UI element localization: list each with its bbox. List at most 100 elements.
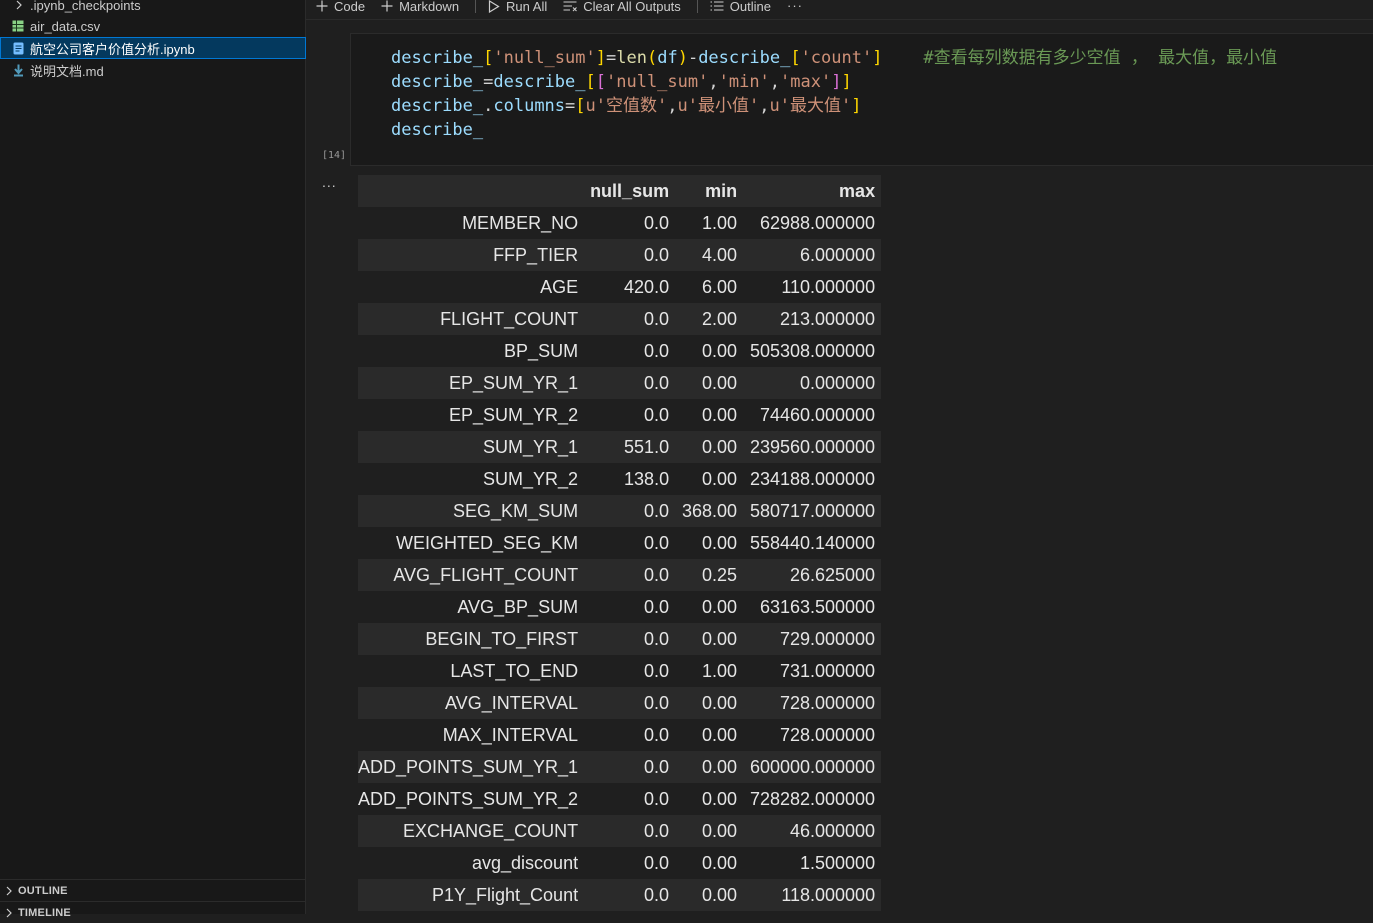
table-row: EP_SUM_YR_1 0.0 0.00 0.000000 (358, 367, 882, 399)
cell-null-sum: 0.0 (644, 628, 670, 649)
cell-null-sum: 0.0 (644, 788, 670, 809)
notebook-file-icon (11, 41, 25, 55)
cell-min: 0.00 (702, 340, 738, 361)
code-token: ] (595, 48, 606, 68)
file-item-label: 说明文档.md (30, 63, 104, 79)
table-row: ADD_POINTS_SUM_YR_1 0.0 0.00 600000.000000 (358, 751, 882, 783)
chevron-right-icon (6, 886, 12, 895)
row-index-label: AVG_BP_SUM (457, 596, 579, 617)
code-token: describe_ (391, 72, 484, 92)
table-row: AVG_BP_SUM 0.0 0.00 63163.500000 (358, 591, 882, 623)
code-token: columns (493, 96, 566, 116)
cell-max: 213.000000 (779, 308, 876, 329)
clear-all-outputs-button[interactable]: Clear All Outputs (563, 0, 681, 16)
code-editor[interactable]: describe_['null_sum']=len(df)-describe_[… (391, 46, 1277, 142)
outline-panel-header[interactable]: OUTLINE (0, 879, 306, 901)
table-row: SUM_YR_2 138.0 0.00 234188.000000 (358, 463, 882, 495)
code-token: u'最小值' (677, 96, 760, 116)
cell-max: 1.500000 (800, 852, 876, 873)
cell-max: 118.000000 (781, 884, 876, 905)
table-row: FFP_TIER 0.0 4.00 6.000000 (358, 239, 882, 271)
code-token: describe_ (391, 48, 484, 68)
code-token: df (657, 48, 678, 68)
explorer-sidebar: .ipynb_checkpoints air_data.csv 航空公司客户价值… (0, 0, 306, 919)
table-row: SEG_KM_SUM 0.0 368.00 580717.000000 (358, 495, 882, 527)
panel-title: OUTLINE (18, 884, 68, 897)
add-markdown-cell-button[interactable]: Markdown (381, 0, 459, 16)
cell-min: 0.00 (702, 532, 738, 553)
cell-max: 239560.000000 (749, 436, 876, 457)
table-row: EP_SUM_YR_2 0.0 0.00 74460.000000 (358, 399, 882, 431)
cell-null-sum: 0.0 (644, 692, 670, 713)
chevron-right-icon (6, 908, 12, 917)
add-code-cell-label: Code (334, 0, 366, 14)
code-token: = (565, 96, 576, 116)
file-item-readme-md[interactable]: 说明文档.md (0, 59, 306, 81)
cell-max: 505308.000000 (749, 340, 876, 361)
cell-max: 600000.000000 (749, 756, 876, 777)
row-index-label: AVG_INTERVAL (445, 692, 579, 713)
code-token: 'min' (718, 72, 770, 92)
add-code-cell-button[interactable]: Code (316, 0, 365, 16)
cell-max: 0.000000 (800, 372, 876, 393)
table-header-row: null_sum min max (358, 175, 882, 207)
code-token: ] (872, 48, 883, 68)
notebook-editor: Code Markdown Run All Clear All Outputs … (306, 0, 1373, 914)
row-index-label: SEG_KM_SUM (453, 500, 579, 521)
execution-count: [14] (322, 150, 347, 161)
table-row: BP_SUM 0.0 0.00 505308.000000 (358, 335, 882, 367)
cell-null-sum: 0.0 (644, 724, 670, 745)
cell-min: 0.00 (702, 788, 738, 809)
table-row: ADD_POINTS_SUM_YR_2 0.0 0.00 728282.000000 (358, 783, 882, 815)
row-index-label: SUM_YR_2 (483, 468, 579, 489)
file-item-air-data-csv[interactable]: air_data.csv (0, 15, 306, 37)
plus-icon (381, 0, 393, 12)
cell-min: 0.00 (702, 628, 738, 649)
file-item-label: air_data.csv (30, 18, 101, 34)
more-actions-icon[interactable]: ··· (787, 0, 803, 13)
code-cell[interactable]: describe_['null_sum']=len(df)-describe_[… (350, 33, 1373, 166)
cell-null-sum: 0.0 (644, 532, 670, 553)
code-token: ) (677, 48, 688, 68)
cell-min: 6.00 (702, 276, 738, 297)
cell-min: 0.00 (702, 820, 738, 841)
code-token: [ (790, 48, 801, 68)
code-token: ] (831, 72, 842, 92)
cell-null-sum: 0.0 (644, 596, 670, 617)
cell-min: 0.00 (702, 468, 738, 489)
cell-null-sum: 0.0 (644, 340, 670, 361)
file-item-label: .ipynb_checkpoints (30, 0, 141, 13)
outline-button[interactable]: Outline (710, 0, 771, 16)
cell-null-sum: 0.0 (644, 372, 670, 393)
cell-null-sum: 0.0 (644, 244, 670, 265)
row-index-label: MAX_INTERVAL (442, 724, 579, 745)
column-header-max: max (839, 180, 876, 201)
cell-max: 728282.000000 (749, 788, 876, 809)
code-token: - (687, 48, 699, 68)
cell-max: 580717.000000 (749, 500, 876, 521)
timeline-panel-header[interactable]: TIMELINE (0, 901, 306, 923)
cell-null-sum: 0.0 (644, 564, 670, 585)
cell-min: 0.25 (702, 564, 738, 585)
run-all-button[interactable]: Run All (488, 0, 547, 16)
file-item-notebook[interactable]: 航空公司客户价值分析.ipynb (0, 37, 306, 59)
cell-null-sum: 420.0 (624, 276, 670, 297)
row-index-label: EP_SUM_YR_1 (449, 372, 579, 393)
table-row: FLIGHT_COUNT 0.0 2.00 213.000000 (358, 303, 882, 335)
row-index-label: P1Y_Flight_Count (431, 884, 579, 905)
cell-max: 6.000000 (800, 244, 876, 265)
output-menu-icon[interactable]: ... (322, 174, 337, 190)
chevron-right-icon (16, 0, 22, 10)
cell-min: 0.00 (702, 756, 738, 777)
code-token: ( (646, 48, 658, 68)
file-item-ipynb-checkpoints[interactable]: .ipynb_checkpoints (0, 0, 306, 16)
cell-min: 0.00 (702, 852, 738, 873)
play-icon (488, 0, 500, 13)
cell-min: 0.00 (702, 596, 738, 617)
row-index-label: WEIGHTED_SEG_KM (396, 532, 579, 553)
code-token: 'count' (800, 48, 873, 68)
cell-max: 731.000000 (779, 660, 876, 681)
cell-null-sum: 0.0 (644, 852, 670, 873)
table-row: MAX_INTERVAL 0.0 0.00 728.000000 (358, 719, 882, 751)
cell-max: 728.000000 (779, 724, 876, 745)
